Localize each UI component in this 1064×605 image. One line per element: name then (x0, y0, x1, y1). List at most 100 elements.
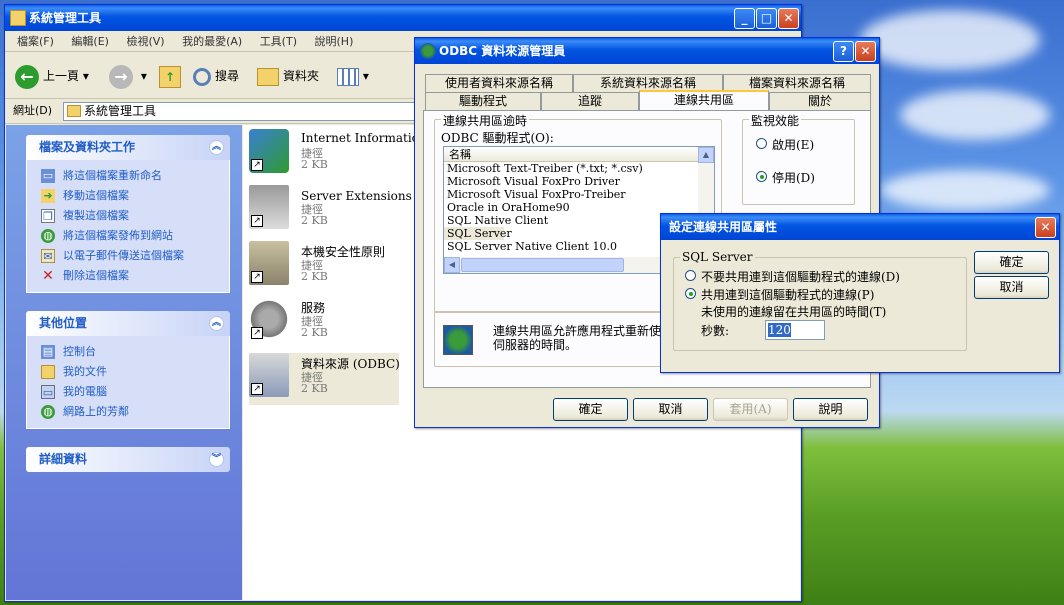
place-control-panel[interactable]: ▤ 控制台 (39, 342, 221, 362)
details-title: 詳細資料 (39, 452, 88, 466)
close-button[interactable]: ✕ (778, 8, 799, 29)
place-my-computer[interactable]: ▭ 我的電腦 (39, 382, 221, 402)
place-label: 我的文件 (63, 365, 107, 378)
shortcut-arrow-icon: ↗ (251, 159, 263, 171)
task-pane: 檔案及資料夾工作 ︽ ▭ 將這個檔案重新命名 ➜ 移動這個檔案 ❐ 複製這個檔案 ◍ 將… (6, 125, 242, 600)
network-icon: ◍ (41, 405, 55, 419)
disable-radio[interactable] (756, 171, 767, 182)
place-label: 網路上的芳鄰 (63, 405, 129, 418)
file-tasks-body: ▭ 將這個檔案重新命名 ➜ 移動這個檔案 ❐ 複製這個檔案 ◍ 將這個檔案發佈到網站 ✉… (26, 160, 230, 293)
seconds-input[interactable]: 120 (765, 320, 825, 340)
file-item-local-security[interactable]: ↗ 本機安全性原則 捷徑 2 KB (249, 241, 399, 293)
file-item-services[interactable]: ↗ 服務 捷徑 2 KB (249, 297, 399, 349)
menu-view[interactable]: 檢視(V) (126, 35, 164, 48)
task-publish[interactable]: ◍ 將這個檔案發佈到網站 (39, 226, 221, 246)
delete-icon: ✕ (42, 268, 54, 284)
tab-connection-pooling[interactable]: 連線共用區 (639, 90, 769, 110)
up-folder-button[interactable]: ↑ (159, 61, 181, 91)
folders-button[interactable]: 資料夾 (257, 61, 319, 91)
tab-about[interactable]: 關於 (769, 92, 871, 110)
close-button[interactable]: ✕ (855, 41, 876, 62)
place-my-documents[interactable]: 我的文件 (39, 362, 221, 382)
list-item[interactable]: Microsoft Visual FoxPro-Treiber (444, 188, 714, 201)
forward-button[interactable]: → ▾ (109, 61, 147, 91)
seconds-label: 秒數: (701, 324, 730, 338)
ok-button[interactable]: 確定 (553, 398, 628, 421)
task-rename[interactable]: ▭ 將這個檔案重新命名 (39, 166, 221, 186)
folder-icon (10, 10, 26, 26)
shortcut-arrow-icon: ↗ (251, 327, 263, 339)
server-extensions-icon: ↗ (249, 185, 289, 229)
scroll-up-icon[interactable]: ▲ (698, 147, 714, 163)
my-computer-icon: ▭ (41, 385, 55, 399)
pool-group-title: SQL Server (680, 250, 755, 264)
disable-label[interactable]: 停用(D) (772, 169, 815, 186)
pool-label[interactable]: 共用連到這個驅動程式的連線(P) (701, 286, 874, 303)
help-button[interactable]: 說明 (793, 398, 868, 421)
file-tasks-header[interactable]: 檔案及資料夾工作 ︽ (26, 135, 230, 160)
task-email[interactable]: ✉ 以電子郵件傳送這個檔案 (39, 246, 221, 266)
pool-radio[interactable] (685, 288, 696, 299)
minimize-button[interactable]: _ (734, 8, 755, 29)
apply-button[interactable]: 套用(A) (713, 398, 788, 421)
copy-icon: ❐ (41, 209, 55, 223)
menu-file[interactable]: 檔案(F) (17, 35, 54, 48)
task-label: 將這個檔案重新命名 (63, 169, 162, 182)
cancel-button[interactable]: 取消 (633, 398, 708, 421)
task-delete[interactable]: ✕ 刪除這個檔案 (39, 266, 221, 286)
scroll-left-icon[interactable]: ◀ (444, 257, 460, 273)
folders-icon (257, 67, 279, 86)
pool-dialog-title-bar[interactable]: 設定連線共用區屬性 ✕ (661, 214, 1059, 240)
performance-group: 監視效能 (742, 112, 855, 205)
expand-chevron-icon[interactable]: ︾ (209, 452, 224, 467)
collapse-chevron-icon[interactable]: ︽ (209, 140, 224, 155)
no-pool-label[interactable]: 不要共用連到這個驅動程式的連線(D) (701, 268, 900, 285)
tab-drivers[interactable]: 驅動程式 (425, 92, 541, 110)
info-text-line-2: 伺服器的時間。 (493, 338, 578, 352)
list-item[interactable]: Microsoft Visual FoxPro Driver (444, 175, 714, 188)
close-button[interactable]: ✕ (1035, 217, 1056, 238)
views-button[interactable]: ▾ (337, 61, 369, 91)
details-header[interactable]: 詳細資料 ︾ (26, 447, 230, 472)
task-move[interactable]: ➜ 移動這個檔案 (39, 186, 221, 206)
back-button[interactable]: ← 上一頁 ▾ (15, 61, 89, 91)
enable-radio[interactable] (756, 138, 767, 149)
other-places-header[interactable]: 其他位置 ︽ (26, 311, 230, 336)
cancel-button[interactable]: 取消 (974, 276, 1049, 299)
no-pool-radio[interactable] (685, 270, 696, 281)
menu-tools[interactable]: 工具(T) (260, 35, 297, 48)
search-button[interactable]: 搜尋 (193, 61, 239, 91)
folders-label: 資料夾 (283, 69, 320, 83)
odbc-info-icon (443, 325, 473, 355)
pool-dialog-title: 設定連線共用區屬性 (669, 220, 778, 234)
explorer-title-bar[interactable]: 系統管理工具 _ □ ✕ (5, 5, 801, 31)
maximize-button[interactable]: □ (756, 8, 777, 29)
scroll-thumb[interactable] (461, 258, 624, 272)
task-copy[interactable]: ❐ 複製這個檔案 (39, 206, 221, 226)
menu-edit[interactable]: 編輯(E) (71, 35, 109, 48)
list-item[interactable]: Microsoft Text-Treiber (*.txt; *.csv) (444, 162, 714, 175)
performance-group-title: 監視效能 (749, 112, 802, 129)
help-title-button[interactable]: ? (833, 41, 854, 62)
rename-icon: ▭ (41, 169, 55, 183)
collapse-chevron-icon[interactable]: ︽ (209, 316, 224, 331)
back-arrow-icon: ← (15, 64, 39, 89)
list-header-name: 名稱 (449, 148, 471, 161)
tab-tracing[interactable]: 追蹤 (541, 92, 639, 110)
file-item-server-extensions[interactable]: ↗ Server Extensions 管理員 捷徑 2 KB (249, 185, 452, 237)
details-panel: 詳細資料 ︾ (26, 447, 230, 472)
odbc-icon (420, 43, 436, 59)
place-label: 我的電腦 (63, 385, 107, 398)
menu-favorites[interactable]: 我的最愛(A) (182, 35, 242, 48)
menu-help[interactable]: 說明(H) (315, 35, 354, 48)
ok-button[interactable]: 確定 (974, 251, 1049, 274)
tab-user-dsn[interactable]: 使用者資料來源名稱 (425, 74, 573, 92)
odbc-title-bar[interactable]: ODBC 資料來源管理員 ? ✕ (415, 38, 879, 64)
enable-label[interactable]: 啟用(E) (772, 136, 814, 153)
place-network[interactable]: ◍ 網路上的芳鄰 (39, 402, 221, 422)
file-item-iis[interactable]: ↗ Internet Information Serv 捷徑 2 KB (249, 129, 458, 181)
file-item-odbc[interactable]: ↗ 資料來源 (ODBC) 捷徑 2 KB (249, 353, 400, 405)
file-size: 2 KB (301, 326, 328, 339)
list-header[interactable]: 名稱 (444, 147, 698, 162)
list-item-selected[interactable]: SQL Server (444, 227, 512, 240)
